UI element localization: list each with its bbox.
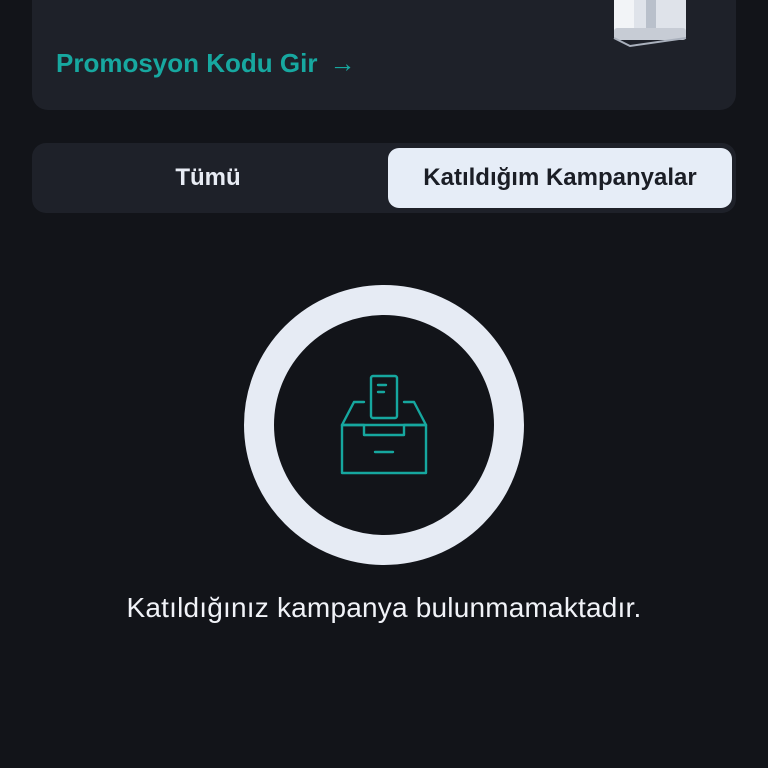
promo-card: Promosyon Kodu Gir → <box>32 0 736 110</box>
gift-box-icon <box>613 0 687 48</box>
arrow-right-icon: → <box>329 48 356 78</box>
enter-promo-code-link[interactable]: Promosyon Kodu Gir → <box>56 48 355 79</box>
tab-all[interactable]: Tümü <box>36 148 380 208</box>
campaigns-screen: Promosyon Kodu Gir → Tümü Katıldığım Kam… <box>0 0 768 768</box>
tab-joined-campaigns[interactable]: Katıldığım Kampanyalar <box>388 148 732 208</box>
empty-state-message: Katıldığınız kampanya bulunmamaktadır. <box>126 592 642 623</box>
promo-link-label: Promosyon Kodu Gir <box>56 48 318 78</box>
campaign-filter-tabs: Tümü Katıldığım Kampanyalar <box>32 143 736 213</box>
empty-state-illustration <box>244 285 524 565</box>
